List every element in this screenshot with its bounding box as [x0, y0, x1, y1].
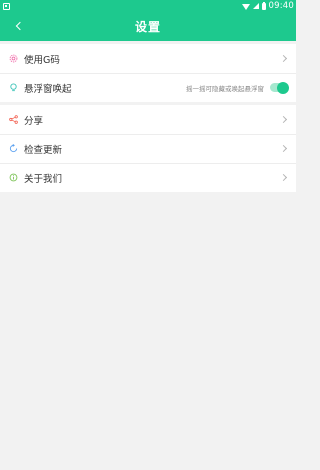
floating-window-toggle[interactable] — [270, 81, 289, 94]
about-us-label: 关于我们 — [24, 173, 63, 185]
chevron-right-icon — [279, 173, 288, 182]
back-button[interactable] — [10, 18, 26, 34]
cell-signal-icon — [252, 3, 259, 9]
share-label: 分享 — [24, 115, 44, 127]
use-code-row[interactable]: 使用G码 — [0, 44, 296, 73]
share-row[interactable]: 分享 — [0, 105, 296, 134]
status-bar: 09:40 — [0, 0, 296, 12]
battery-icon — [261, 1, 266, 10]
floating-window-hint: 摇一摇可隐藏或唤起悬浮窗 — [186, 84, 264, 93]
info-icon — [9, 173, 18, 182]
settings-group-primary: 使用G码 悬浮窗唤起 摇一摇可隐藏或唤起悬浮窗 — [0, 44, 296, 102]
notification-icon — [3, 2, 10, 10]
floating-window-label: 悬浮窗唤起 — [24, 83, 72, 95]
page-title: 设置 — [134, 20, 161, 34]
status-time: 09:40 — [268, 1, 294, 11]
floating-window-row: 悬浮窗唤起 摇一摇可隐藏或唤起悬浮窗 — [0, 73, 296, 102]
bulb-icon — [9, 83, 18, 92]
refresh-icon — [9, 144, 18, 153]
circle-dashed-icon — [9, 54, 18, 63]
chevron-right-icon — [279, 54, 288, 63]
check-update-label: 检查更新 — [24, 144, 63, 156]
wifi-icon — [241, 3, 250, 10]
toggle-knob — [277, 81, 289, 94]
check-update-row[interactable]: 检查更新 — [0, 134, 296, 163]
back-arrow-icon — [15, 21, 24, 31]
use-code-label: 使用G码 — [24, 54, 60, 66]
settings-group-secondary: 分享 检查更新 关于我们 — [0, 105, 296, 192]
share-icon — [9, 115, 18, 124]
about-us-row[interactable]: 关于我们 — [0, 163, 296, 192]
chevron-right-icon — [279, 115, 288, 124]
app-bar: 设置 — [0, 12, 296, 41]
chevron-right-icon — [279, 144, 288, 153]
